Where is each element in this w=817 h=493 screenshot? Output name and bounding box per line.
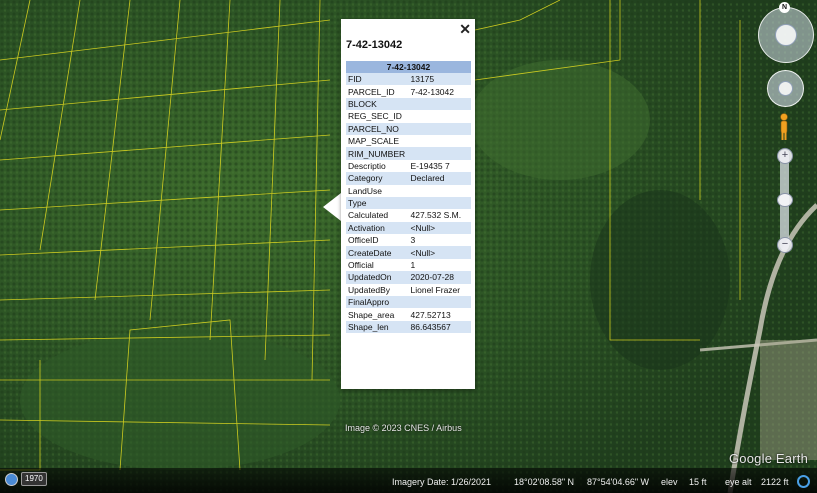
eye-icon[interactable] [775, 24, 797, 46]
attribute-key: LandUse [348, 185, 383, 196]
historical-imagery-icon[interactable] [5, 473, 18, 486]
attribute-key: CreateDate [346, 246, 409, 259]
attribute-key: Shape_len [346, 320, 409, 334]
attribute-key: OfficeID [348, 235, 379, 246]
attribute-table-header: 7-42-13042 [346, 61, 471, 73]
attribute-key: Type [346, 196, 409, 210]
table-row: Calculated 427.532 S.M. [346, 209, 471, 221]
attribute-key: Category [346, 172, 409, 185]
table-row: LandUse [346, 185, 471, 197]
attribute-value: Lionel Frazer [410, 284, 461, 295]
table-row: Descriptio E-19435 7 [346, 160, 471, 172]
google-earth-logo: Google Earth [729, 451, 809, 466]
eye-altitude-value: 2122 ft [761, 477, 789, 487]
attribute-key: FID [346, 73, 409, 86]
table-row: Activation <Null> [346, 221, 471, 235]
popup-pointer [323, 193, 341, 221]
navigation-ring[interactable] [758, 7, 814, 63]
close-icon[interactable]: ✕ [459, 21, 471, 37]
attribute-key: UpdatedBy [348, 284, 391, 295]
attribute-value [409, 185, 472, 197]
parcel-info-popup: ✕ 7-42-13042 7-42-13042 FID 13175 PARCEL_… [341, 19, 475, 389]
attribute-value: 86.643567 [408, 320, 471, 334]
attribute-key: Official [348, 260, 374, 271]
table-row: OfficeID 3 [346, 234, 471, 246]
attribute-key: Activation [346, 221, 409, 235]
attribute-value: 2020-07-28 [408, 271, 471, 284]
north-indicator[interactable]: N [779, 2, 790, 13]
table-row: UpdatedBy Lionel Frazer [346, 284, 471, 296]
attribute-key: FinalAppro [346, 296, 409, 309]
attribute-value: <Null> [408, 246, 471, 259]
attribute-table: 7-42-13042 FID 13175 PARCEL_ID 7-42-13042 … [346, 61, 471, 334]
attribute-value [408, 122, 471, 135]
attribute-key: UpdatedOn [346, 271, 409, 284]
table-row: FID 13175 [346, 73, 471, 86]
imagery-credit: Image © 2023 CNES / Airbus [345, 423, 462, 433]
attribute-value [408, 147, 471, 160]
table-row: Category Declared [346, 172, 471, 185]
attribute-value: 427.52713 [410, 309, 451, 320]
table-row: RIM_NUMBER [346, 147, 471, 160]
zoom-out-button[interactable]: − [777, 237, 793, 253]
attribute-value [409, 135, 472, 147]
streaming-status-icon [797, 475, 810, 488]
table-row: Official 1 [346, 259, 471, 271]
elevation-value: 15 ft [689, 477, 707, 487]
popup-title: 7-42-13042 [346, 39, 403, 51]
longitude-readout: 87°54'04.66" W [587, 477, 650, 487]
hand-icon[interactable] [778, 81, 793, 96]
attribute-value: 3 [410, 235, 416, 246]
attribute-key: MAP_SCALE [348, 136, 400, 147]
attribute-value [408, 196, 471, 210]
zoom-in-button[interactable]: + [777, 148, 793, 164]
table-row: PARCEL_ID 7-42-13042 [346, 85, 471, 97]
attribute-value: 427.532 S.M. [410, 210, 462, 221]
attribute-key: REG_SEC_ID [348, 111, 402, 122]
attribute-key: PARCEL_NO [346, 122, 409, 135]
imagery-date: Imagery Date: 1/26/2021 [392, 477, 492, 487]
table-row: CreateDate <Null> [346, 246, 471, 259]
zoom-slider-handle[interactable] [777, 193, 793, 207]
attribute-key: Descriptio [348, 160, 386, 171]
street-view-pegman-icon[interactable] [779, 113, 789, 141]
attribute-key: Shape_area [348, 309, 395, 320]
status-bar: 1970 Imagery Date: 1/26/2021 18°02'08.58… [0, 468, 817, 493]
table-row: FinalAppro [346, 296, 471, 309]
table-row: MAP_SCALE [346, 135, 471, 147]
table-row: Type [346, 196, 471, 210]
attribute-value: 1 [410, 260, 416, 271]
attribute-key: BLOCK [346, 97, 409, 111]
attribute-value [408, 296, 471, 309]
table-row: PARCEL_NO [346, 122, 471, 135]
table-row: Shape_len 86.643567 [346, 320, 471, 334]
table-row: Shape_area 427.52713 [346, 308, 471, 320]
attribute-value [408, 97, 471, 111]
eye-altitude-label: eye alt [725, 477, 752, 487]
table-row: UpdatedOn 2020-07-28 [346, 271, 471, 284]
latitude-readout: 18°02'08.58" N [514, 477, 575, 487]
attribute-value: 7-42-13042 [410, 86, 454, 97]
table-row: REG_SEC_ID [346, 110, 471, 122]
attribute-key: PARCEL_ID [348, 86, 395, 97]
attribute-value: <Null> [408, 221, 471, 235]
historical-year-badge[interactable]: 1970 [21, 472, 47, 486]
attribute-value [409, 110, 472, 122]
move-control[interactable] [767, 70, 804, 107]
attribute-key: RIM_NUMBER [346, 147, 409, 160]
elevation-label: elev [661, 477, 678, 487]
attribute-value: Declared [408, 172, 471, 185]
attribute-value: E-19435 7 [410, 160, 450, 171]
attribute-value: 13175 [408, 73, 471, 86]
attribute-key: Calculated [348, 210, 389, 221]
table-row: BLOCK [346, 97, 471, 111]
